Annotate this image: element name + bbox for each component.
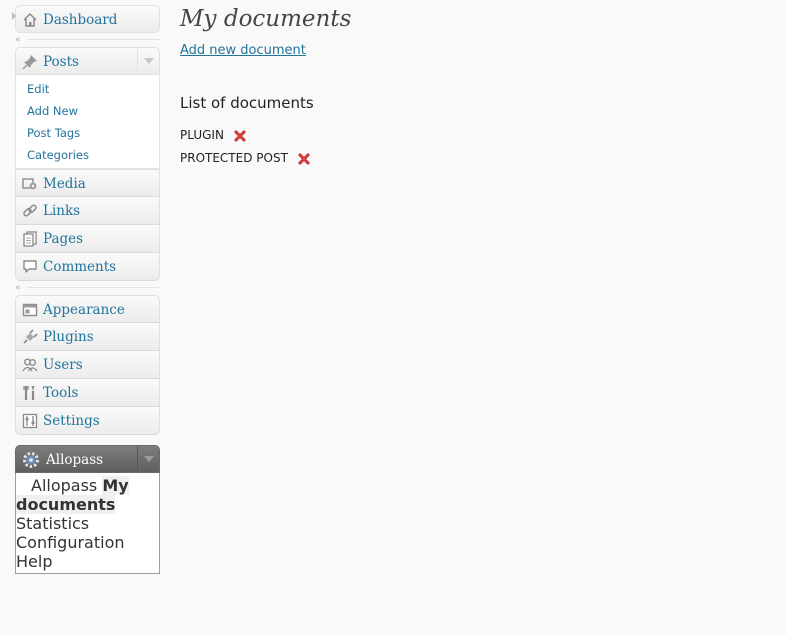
menu-allopass-label: Allopass xyxy=(46,452,104,468)
settings-sliders-icon xyxy=(22,413,38,429)
comment-bubble-icon xyxy=(22,259,38,275)
allopass-toggle[interactable] xyxy=(137,446,159,472)
submenu-item-configuration[interactable]: Configuration xyxy=(16,533,125,552)
admin-menu: Dashboard « Posts Edit Add New Post Tags… xyxy=(12,5,160,574)
menu-plugins[interactable]: Plugins xyxy=(15,323,160,351)
allopass-submenu: Allopass My documents Statistics Configu… xyxy=(12,12,160,574)
posts-submenu: Edit Add New Post Tags Categories xyxy=(15,75,160,169)
collapse-arrows-icon[interactable]: « xyxy=(15,33,21,47)
media-icon xyxy=(22,176,38,192)
appearance-icon xyxy=(22,302,38,318)
chevron-down-icon xyxy=(143,456,154,462)
tools-icon xyxy=(22,385,38,401)
home-icon xyxy=(22,12,38,28)
menu-settings[interactable]: Settings xyxy=(15,407,160,435)
link-icon xyxy=(22,203,38,219)
submenu-item-statistics[interactable]: Statistics xyxy=(16,514,89,533)
menu-media-label: Media xyxy=(43,176,86,192)
current-item-pointer-icon xyxy=(12,12,16,20)
pushpin-icon xyxy=(22,54,38,70)
submenu-item-add-new[interactable]: Add New xyxy=(16,100,159,122)
plug-icon xyxy=(22,329,38,345)
delete-icon[interactable] xyxy=(298,153,310,165)
menu-posts[interactable]: Posts xyxy=(15,47,160,75)
menu-users[interactable]: Users xyxy=(15,351,160,379)
menu-pages[interactable]: Pages xyxy=(15,225,160,253)
menu-tools[interactable]: Tools xyxy=(15,379,160,407)
list-item: PROTECTED POST xyxy=(180,150,310,166)
menu-links-label: Links xyxy=(43,203,81,219)
submenu-item-categories[interactable]: Categories xyxy=(16,144,159,166)
menu-separator: « xyxy=(15,33,160,47)
menu-plugins-label: Plugins xyxy=(43,329,94,345)
menu-appearance[interactable]: Appearance xyxy=(15,295,160,323)
gear-icon xyxy=(22,451,40,473)
menu-dashboard[interactable]: Dashboard xyxy=(15,5,160,33)
chevron-down-icon xyxy=(143,58,154,64)
separator-line xyxy=(27,39,160,40)
menu-comments-label: Comments xyxy=(43,259,117,275)
menu-separator: « xyxy=(15,281,160,295)
document-name: PROTECTED POST xyxy=(180,151,288,165)
menu-allopass[interactable]: Allopass xyxy=(15,445,160,473)
menu-settings-label: Settings xyxy=(43,413,100,429)
users-icon xyxy=(22,357,38,373)
document-name: PLUGIN xyxy=(180,128,224,142)
menu-tools-label: Tools xyxy=(43,385,79,401)
submenu-item-post-tags[interactable]: Post Tags xyxy=(16,122,159,144)
collapse-arrows-icon[interactable]: « xyxy=(15,281,21,295)
menu-comments[interactable]: Comments xyxy=(15,253,160,281)
list-item: PLUGIN xyxy=(180,127,246,143)
delete-icon[interactable] xyxy=(234,130,246,142)
menu-appearance-label: Appearance xyxy=(43,302,125,318)
add-new-document-link[interactable]: Add new document xyxy=(180,43,306,58)
page-title: My documents xyxy=(180,6,352,32)
menu-users-label: Users xyxy=(43,357,83,373)
menu-pages-label: Pages xyxy=(43,231,84,247)
submenu-item-edit[interactable]: Edit xyxy=(16,78,159,100)
submenu-item-allopass[interactable]: Allopass xyxy=(16,476,97,495)
list-heading: List of documents xyxy=(180,94,314,112)
pages-icon xyxy=(22,231,38,247)
menu-posts-label: Posts xyxy=(43,54,79,70)
menu-links[interactable]: Links xyxy=(15,197,160,225)
submenu-item-help[interactable]: Help xyxy=(16,552,52,571)
menu-dashboard-label: Dashboard xyxy=(43,12,118,28)
menu-media[interactable]: Media xyxy=(15,169,160,197)
separator-line xyxy=(27,287,160,288)
posts-toggle[interactable] xyxy=(137,48,159,74)
